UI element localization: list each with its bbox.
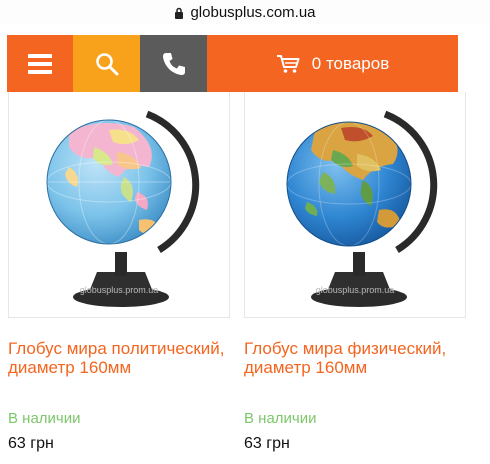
product-title[interactable]: Глобус мира политический, диаметр 160мм xyxy=(8,339,240,377)
hamburger-icon xyxy=(28,53,52,74)
phone-icon xyxy=(162,52,185,75)
search-icon xyxy=(95,52,118,75)
search-button[interactable] xyxy=(73,35,140,92)
product-price: 63 грн xyxy=(8,435,54,452)
product-image[interactable]: globusplus.prom.ua xyxy=(8,92,230,318)
availability-status: В наличии xyxy=(8,410,81,427)
lock-icon xyxy=(175,7,184,19)
top-toolbar: 0 товаров xyxy=(7,35,458,92)
menu-button[interactable] xyxy=(7,35,73,92)
product-card[interactable]: globusplus.prom.ua Глобус мира физически… xyxy=(244,92,476,452)
phone-button[interactable] xyxy=(140,35,207,92)
product-card[interactable]: globusplus.prom.ua Глобус мира политичес… xyxy=(8,92,240,452)
cart-count-label: 0 товаров xyxy=(311,53,390,73)
availability-status: В наличии xyxy=(244,410,317,427)
address-bar[interactable]: globusplus.com.ua xyxy=(0,0,490,24)
url-text: globusplus.com.ua xyxy=(190,3,316,21)
cart-button[interactable]: 0 товаров xyxy=(207,35,458,92)
cart-icon xyxy=(276,54,300,73)
image-watermark: globusplus.prom.ua xyxy=(79,285,159,295)
product-title[interactable]: Глобус мира физический, диаметр 160мм xyxy=(244,339,476,377)
image-watermark: globusplus.prom.ua xyxy=(315,285,395,295)
product-image[interactable]: globusplus.prom.ua xyxy=(244,92,466,318)
product-price: 63 грн xyxy=(244,435,290,452)
